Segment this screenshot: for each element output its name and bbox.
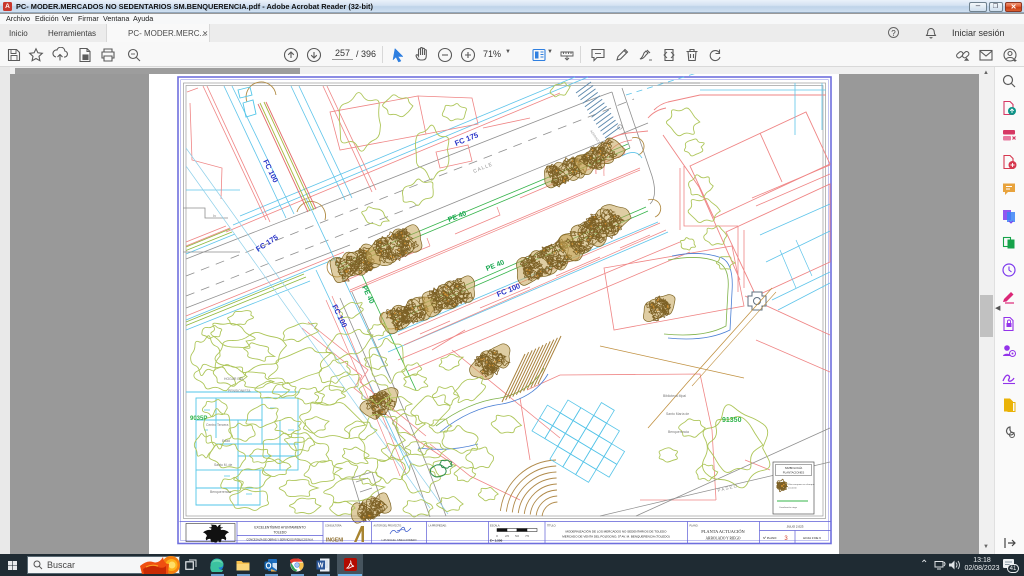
svg-text:91350: 91350 [722,417,742,424]
svg-text:Santo M. de: Santo M. de [214,463,232,467]
svg-text:TÍTULO:: TÍTULO: [547,525,557,528]
svg-text:CALLE: CALLE [473,161,495,174]
svg-text:ARBOLADO Y RIEGO: ARBOLADO Y RIEGO [705,537,740,541]
svg-text:7.5: 7.5 [525,534,529,538]
svg-text:2.5: 2.5 [505,534,509,538]
svg-text:PLANTA ACTUACIÓN: PLANTA ACTUACIÓN [701,529,745,534]
svg-text:Canalización riego: Canalización riego [779,506,798,509]
svg-text:EXCELENTÍSIMO AYUNTAMIENTO: EXCELENTÍSIMO AYUNTAMIENTO [254,526,306,530]
svg-text:CONCEJALÍA DE OBRAS Y SERVICIO: CONCEJALÍA DE OBRAS Y SERVICIOS PÚBLICOS… [246,537,314,542]
svg-text:Olea europaea en alcorque: Olea europaea en alcorque [788,483,815,486]
svg-text:TOLEDO: TOLEDO [273,531,287,535]
svg-text:5.0: 5.0 [515,534,519,538]
svg-text:existente: existente [788,487,798,490]
svg-text:PE 40: PE 40 [447,210,467,224]
svg-text:AUTOR DEL PROYECTO:: AUTOR DEL PROYECTO: [374,525,403,528]
svg-text:Biblioteca Mpal: Biblioteca Mpal [663,394,686,398]
svg-text:LUIS MIGUEL JUMELA ROMERO: LUIS MIGUEL JUMELA ROMERO [381,539,416,542]
svg-text:Nº PLANO:: Nº PLANO: [763,536,777,540]
svg-text:MODERNIZACIÓN DE LOS MERCADOS: MODERNIZACIÓN DE LOS MERCADOS NO SEDENTA… [565,529,667,534]
svg-text:PENSIONISTA: PENSIONISTA [228,389,251,393]
svg-text:E= 1:500: E= 1:500 [490,539,503,543]
svg-text:INGENI: INGENI [326,538,344,544]
svg-text:JULIO 2.023: JULIO 2.023 [787,525,804,529]
svg-text:PLANO:: PLANO: [690,525,699,528]
svg-text:Benquerencia: Benquerencia [210,490,231,494]
svg-text:Iv: Iv [213,213,216,218]
svg-text:MERCADO DE VENTA DEL POLÍGONO,: MERCADO DE VENTA DEL POLÍGONO, 5ª AV. M.… [562,535,670,539]
svg-text:CONSULTORA:: CONSULTORA: [325,525,342,528]
svg-text:HOGAR DEL: HOGAR DEL [224,377,244,381]
svg-text:Santo María de: Santo María de [666,412,689,416]
svg-text:Edad: Edad [222,439,230,443]
svg-text:PLANTACIONES: PLANTACIONES [783,471,805,475]
svg-text:PE 40: PE 40 [485,259,505,273]
svg-text:PE 40: PE 40 [360,285,375,305]
svg-text:HOJA 3 DE 6: HOJA 3 DE 6 [803,536,821,540]
svg-text:ACERADO: ACERADO [589,129,601,144]
svg-text:Benquerencia: Benquerencia [668,430,689,434]
svg-text:9035P: 9035P [190,416,207,422]
svg-text:Centro Tercera: Centro Tercera [206,423,228,427]
svg-text:ESCALA:: ESCALA: [490,525,500,528]
svg-text:3: 3 [784,536,788,542]
svg-text:SIMBOLOGÍA: SIMBOLOGÍA [785,466,803,470]
svg-text:LA PROPIEDAD:: LA PROPIEDAD: [429,525,448,528]
svg-text:PASEO: PASEO [717,483,739,493]
svg-text:FC 175: FC 175 [254,233,280,254]
svg-text:0: 0 [496,534,498,538]
